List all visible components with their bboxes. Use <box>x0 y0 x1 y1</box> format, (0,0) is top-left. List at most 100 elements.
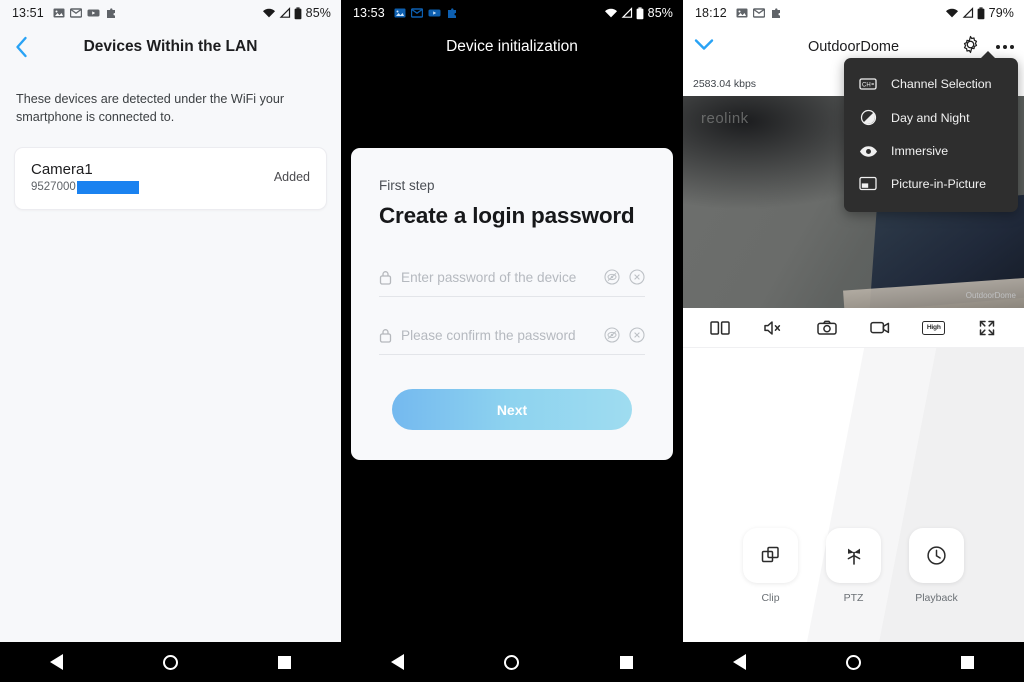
clip-layers-icon[interactable] <box>743 528 798 583</box>
overflow-menu-icon[interactable] <box>996 45 1014 49</box>
video-toolbar: High <box>683 308 1024 348</box>
speaker-mute-icon[interactable] <box>758 315 788 341</box>
lock-icon <box>379 328 392 343</box>
status-right-icons: 79% <box>945 6 1014 20</box>
clock-icon[interactable] <box>909 528 964 583</box>
next-button[interactable]: Next <box>392 389 632 430</box>
quality-badge[interactable]: High <box>919 315 949 341</box>
gmail-icon <box>69 8 82 18</box>
gmail-icon <box>752 8 765 18</box>
picture-in-picture-icon <box>858 176 878 191</box>
action-label: Playback <box>915 592 958 604</box>
puzzle-icon <box>771 8 780 18</box>
device-uid-text: 9527000 <box>31 181 76 193</box>
back-chevron-icon[interactable] <box>8 34 34 60</box>
confirm-password-placeholder: Please confirm the password <box>401 327 576 343</box>
video-channel-label: OutdoorDome <box>965 291 1016 300</box>
menu-item-immersive[interactable]: Immersive <box>844 135 1018 167</box>
back-triangle-icon[interactable] <box>733 654 746 670</box>
ptz-icon[interactable] <box>826 528 881 583</box>
screenshot-root: 13:51 85% Devices Within the LAN These d… <box>0 0 1024 682</box>
action-buttons: Clip PTZ Playback <box>683 528 1024 604</box>
menu-item-label: Channel Selection <box>891 77 992 91</box>
battery-icon <box>977 6 985 19</box>
bitrate-label: 2583.04 kbps <box>693 78 757 90</box>
quality-badge-label: High <box>922 320 946 335</box>
status-bar: 13:51 85% <box>0 0 341 26</box>
status-bar: 18:12 79% <box>683 0 1024 26</box>
photos-icon <box>736 8 748 18</box>
page-title: Devices Within the LAN <box>83 38 258 55</box>
action-label: PTZ <box>843 592 864 604</box>
video-watermark: reolink <box>701 110 749 127</box>
back-triangle-icon[interactable] <box>391 654 405 670</box>
android-navbar <box>0 642 341 682</box>
menu-item-label: Immersive <box>891 144 949 158</box>
recents-square-icon[interactable] <box>619 655 633 669</box>
device-uid: 9527000 <box>31 180 274 194</box>
cellular-signal-icon <box>621 7 632 18</box>
clear-circle-icon[interactable] <box>629 327 645 343</box>
cellular-signal-icon <box>962 7 973 18</box>
recents-square-icon[interactable] <box>961 655 974 669</box>
page-title: Device initialization <box>446 38 578 55</box>
device-status-label: Added <box>273 170 310 184</box>
eye-off-icon[interactable] <box>604 269 620 285</box>
eye-icon <box>858 145 878 158</box>
snapshot-camera-icon[interactable] <box>812 315 842 341</box>
status-clock: 18:12 <box>695 6 727 20</box>
panel-devices-within-lan: 13:51 85% Devices Within the LAN These d… <box>0 0 341 682</box>
overflow-dropdown-menu: CH Channel Selection Day and Night Immer… <box>844 51 1018 212</box>
device-info: Camera1 9527000 <box>31 161 274 194</box>
clear-circle-icon[interactable] <box>629 269 645 285</box>
home-circle-icon[interactable] <box>504 654 520 670</box>
menu-arrow <box>980 51 996 59</box>
action-label: Clip <box>761 592 780 604</box>
recents-square-icon[interactable] <box>278 655 291 669</box>
device-name: Camera1 <box>31 160 93 178</box>
chevron-down-icon[interactable] <box>693 37 715 58</box>
eye-off-icon[interactable] <box>604 327 620 343</box>
cellular-signal-icon <box>279 7 290 18</box>
gear-icon[interactable] <box>961 35 980 59</box>
menu-item-label: Day and Night <box>891 110 970 125</box>
lan-description: These devices are detected under the WiF… <box>16 92 285 125</box>
split-screen-icon[interactable] <box>705 315 735 341</box>
status-right-icons: 85% <box>262 6 331 20</box>
status-clock: 13:51 <box>12 6 44 20</box>
panel-device-initialization: 13:53 85% Device initialization First st… <box>341 0 683 682</box>
fullscreen-icon[interactable] <box>972 315 1002 341</box>
record-video-icon[interactable] <box>865 315 895 341</box>
android-navbar <box>341 642 683 682</box>
puzzle-icon <box>106 8 115 18</box>
youtube-icon <box>87 9 100 17</box>
action-clip[interactable]: Clip <box>743 528 798 604</box>
menu-item-channel-selection[interactable]: CH Channel Selection <box>844 68 1018 100</box>
home-circle-icon[interactable] <box>846 654 861 670</box>
back-triangle-icon[interactable] <box>50 654 63 670</box>
menu-item-picture-in-picture[interactable]: Picture-in-Picture <box>844 167 1018 200</box>
wifi-icon <box>945 8 958 18</box>
day-night-icon <box>858 109 878 126</box>
initialization-card: First step Create a login password Enter… <box>351 148 673 460</box>
svg-text:CH: CH <box>862 83 871 89</box>
youtube-icon <box>428 9 441 17</box>
status-bar: 13:53 85% <box>341 0 683 26</box>
home-circle-icon[interactable] <box>163 654 178 670</box>
battery-percent: 85% <box>305 6 331 20</box>
wifi-icon <box>604 8 617 18</box>
step-label: First step <box>379 178 435 193</box>
uid-redaction-bar <box>76 180 139 194</box>
confirm-password-field[interactable]: Please confirm the password <box>379 327 645 355</box>
action-playback[interactable]: Playback <box>909 528 964 604</box>
password-field[interactable]: Enter password of the device <box>379 269 645 297</box>
status-notification-icons <box>53 7 117 19</box>
battery-percent: 85% <box>647 6 673 20</box>
action-ptz[interactable]: PTZ <box>826 528 881 604</box>
wifi-icon <box>262 8 275 18</box>
gmail-icon <box>410 8 423 18</box>
device-list-item[interactable]: Camera1 9527000 Added <box>14 146 327 210</box>
menu-item-day-and-night[interactable]: Day and Night <box>844 100 1018 135</box>
channel-icon: CH <box>858 77 878 91</box>
card-heading: Create a login password <box>379 203 635 228</box>
